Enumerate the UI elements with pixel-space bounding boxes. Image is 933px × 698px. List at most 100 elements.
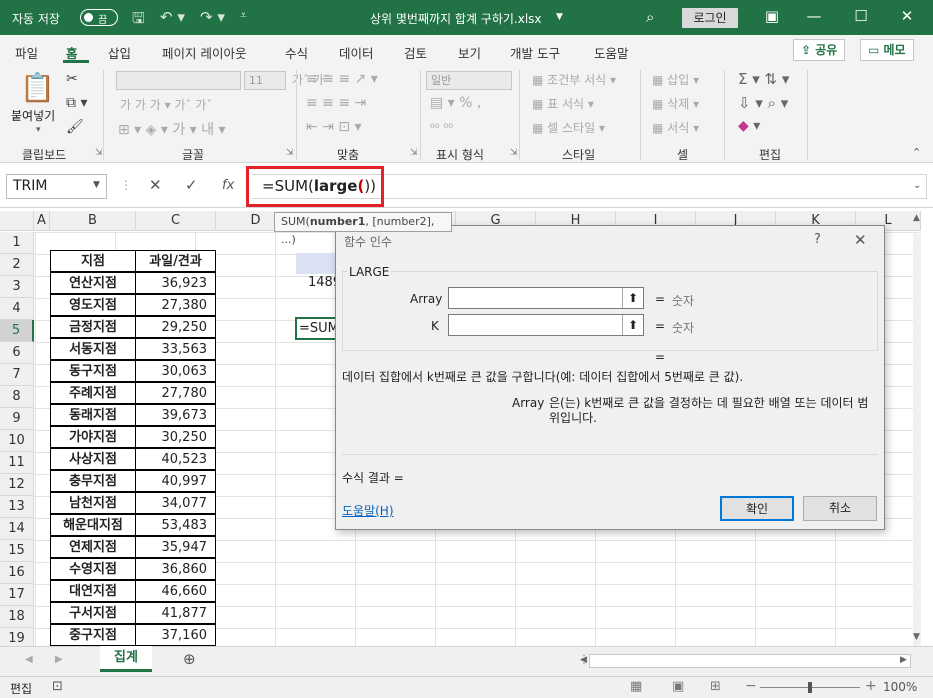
cell-styles-button[interactable]: ▦ 셀 스타일 ▾ [532, 119, 605, 136]
table-cell-value[interactable]: 36,923 [135, 272, 216, 294]
row-header[interactable]: 5 [0, 320, 34, 342]
ribbon-display-icon[interactable]: ▣ [760, 7, 784, 25]
row-header[interactable]: 7 [0, 364, 34, 386]
save-icon[interactable]: 🖫 [132, 8, 145, 33]
table-cell-branch[interactable]: 사상지점 [50, 448, 136, 470]
help-question-icon[interactable]: ? [814, 232, 821, 247]
table-cell-value[interactable]: 35,947 [135, 536, 216, 558]
col-header-a[interactable]: A [34, 211, 50, 231]
table-cell-value[interactable]: 33,563 [135, 338, 216, 360]
row-header[interactable]: 18 [0, 606, 34, 628]
horizontal-scrollbar[interactable] [589, 654, 911, 668]
help-link[interactable]: 도움말(H) [342, 502, 394, 519]
table-cell-value[interactable]: 39,673 [135, 404, 216, 426]
table-cell-branch[interactable]: 대연지점 [50, 580, 136, 602]
table-cell-value[interactable]: 41,877 [135, 602, 216, 624]
decimal-icons[interactable]: ⁰⁰ ⁰⁰ [430, 121, 453, 135]
number-format-box[interactable]: 일반 [426, 71, 512, 90]
table-cell-branch[interactable]: 영도지점 [50, 294, 136, 316]
close-button[interactable]: ✕ [895, 7, 919, 25]
macro-record-icon[interactable]: ⊡ [52, 679, 63, 694]
tab-help[interactable]: 도움말 [594, 43, 629, 62]
collapse-ribbon-icon[interactable]: ⌃ [912, 146, 921, 159]
page-layout-view-icon[interactable]: ▣ [672, 679, 684, 694]
tab-review[interactable]: 검토 [404, 43, 427, 62]
active-cell-d5[interactable]: =SUM [295, 317, 337, 340]
scroll-right-icon[interactable]: ▶ [900, 655, 907, 665]
row-header[interactable]: 17 [0, 584, 34, 606]
collapse-dialog-icon[interactable]: ⬆ [622, 315, 643, 335]
add-sheet-icon[interactable]: ⊕ [183, 650, 196, 668]
table-cell-value[interactable]: 27,380 [135, 294, 216, 316]
font-size-box[interactable]: 11 [244, 71, 286, 90]
row-header[interactable]: 4 [0, 298, 34, 320]
redo-icon[interactable]: ↷ ▾ [200, 8, 225, 26]
delete-cells-button[interactable]: ▦ 삭제 ▾ [652, 95, 699, 112]
tab-page-layout[interactable]: 페이지 레이아웃 [162, 43, 246, 62]
font-name-box[interactable] [116, 71, 241, 90]
table-cell-branch[interactable]: 동구지점 [50, 360, 136, 382]
table-cell-branch[interactable]: 구서지점 [50, 602, 136, 624]
bold-italic-underline-icons[interactable]: 가 가 가 ▾ 가ˆ 가ˇ [120, 96, 212, 113]
format-cells-button[interactable]: ▦ 서식 ▾ [652, 119, 699, 136]
share-button[interactable]: ⇪ 공유 [793, 39, 846, 61]
table-cell-branch[interactable]: 가야지점 [50, 426, 136, 448]
zoom-level[interactable]: 100% [883, 680, 917, 694]
paste-icon[interactable]: 📋 [20, 71, 55, 104]
alignment-launcher-icon[interactable]: ⇲ [410, 148, 418, 158]
conditional-format-button[interactable]: ▦ 조건부 서식 ▾ [532, 71, 616, 88]
format-painter-icon[interactable]: 🖌 [66, 119, 84, 135]
zoom-out-icon[interactable]: − [745, 678, 757, 694]
table-cell-branch[interactable]: 남천지점 [50, 492, 136, 514]
cancel-icon[interactable]: ✕ [149, 176, 162, 194]
row-header[interactable]: 11 [0, 452, 34, 474]
table-cell-value[interactable]: 34,077 [135, 492, 216, 514]
col-header-b[interactable]: B [50, 211, 136, 231]
table-cell-branch[interactable]: 주례지점 [50, 382, 136, 404]
row-header[interactable]: 14 [0, 518, 34, 540]
table-cell-branch[interactable]: 수영지점 [50, 558, 136, 580]
sheet-tab[interactable]: 집계 [100, 646, 152, 672]
undo-icon[interactable]: ↶ ▾ [160, 8, 185, 26]
table-cell-value[interactable]: 27,780 [135, 382, 216, 404]
table-cell-value[interactable]: 53,483 [135, 514, 216, 536]
row-header[interactable]: 1 [0, 232, 34, 254]
table-cell-branch[interactable]: 서동지점 [50, 338, 136, 360]
row-header[interactable]: 10 [0, 430, 34, 452]
number-launcher-icon[interactable]: ⇲ [510, 148, 518, 158]
currency-percent-icons[interactable]: ▤ ▾ % , [430, 95, 481, 111]
title-dropdown-icon[interactable]: ▼ [556, 12, 563, 22]
table-cell-value[interactable]: 30,063 [135, 360, 216, 382]
insert-cells-button[interactable]: ▦ 삽입 ▾ [652, 71, 699, 88]
fill-find-icons[interactable]: ⇩ ▾ ⌕ ▾ [738, 94, 788, 112]
tab-formulas[interactable]: 수식 [285, 43, 308, 62]
enter-icon[interactable]: ✓ [185, 176, 198, 194]
search-icon[interactable]: ⌕ [646, 8, 654, 26]
page-break-view-icon[interactable]: ⊞ [710, 679, 721, 694]
cancel-button[interactable]: 취소 [803, 496, 877, 521]
row-header[interactable]: 8 [0, 386, 34, 408]
table-cell-branch[interactable]: 중구지점 [50, 624, 136, 646]
table-cell-branch[interactable]: 해운대지점 [50, 514, 136, 536]
memo-button[interactable]: ▭ 메모 [860, 39, 914, 61]
login-button[interactable]: 로그인 [682, 8, 738, 28]
vertical-scrollbar[interactable] [913, 234, 921, 646]
row-header[interactable]: 9 [0, 408, 34, 430]
zoom-slider-thumb[interactable] [808, 682, 812, 693]
row-header[interactable]: 12 [0, 474, 34, 496]
tab-data[interactable]: 데이터 [339, 43, 374, 62]
row-header[interactable]: 3 [0, 276, 34, 298]
insert-function-icon[interactable]: fx [222, 178, 234, 193]
table-cell-value[interactable]: 40,523 [135, 448, 216, 470]
normal-view-icon[interactable]: ▦ [630, 679, 642, 694]
dialog-close-icon[interactable]: ✕ [854, 231, 867, 249]
align-top-icons[interactable]: ≡ ≡ ≡ ↗ ▾ [306, 71, 378, 87]
select-all-corner[interactable] [0, 211, 34, 231]
paste-dropdown-icon[interactable]: ▾ [36, 125, 41, 135]
row-header[interactable]: 15 [0, 540, 34, 562]
row-header[interactable]: 16 [0, 562, 34, 584]
table-cell-value[interactable]: 46,660 [135, 580, 216, 602]
copy-icon[interactable]: ⧉ ▾ [66, 95, 87, 111]
k-input[interactable]: ⬆ [448, 314, 644, 336]
scroll-up-icon[interactable]: ▲ [913, 213, 920, 223]
